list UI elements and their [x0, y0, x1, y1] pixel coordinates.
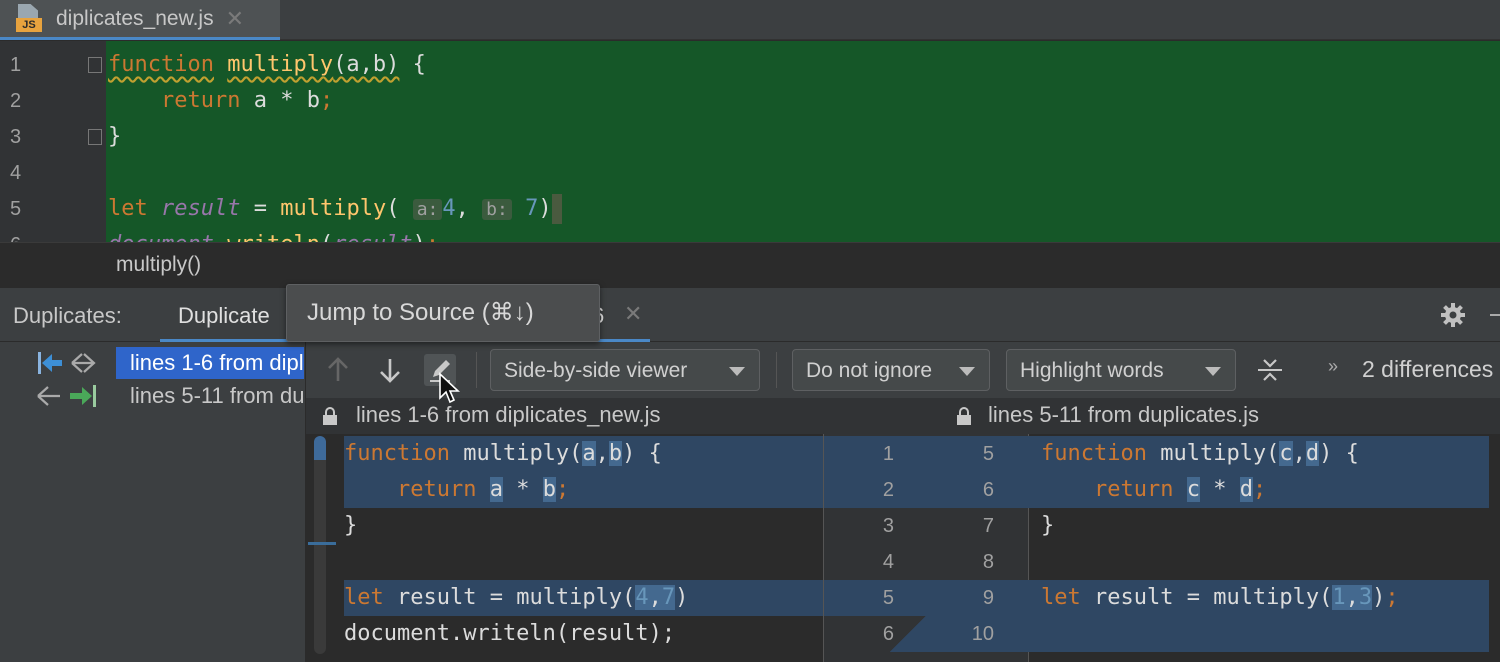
jump-to-source-tooltip: Jump to Source (⌘↓) [286, 284, 600, 342]
duplicate-item-label: lines 5-11 from duplicates.js [130, 383, 304, 408]
lock-icon [323, 407, 337, 425]
difference-count: 2 differences [1362, 356, 1494, 382]
diff-right-line-5: let result = multiply(1,3); [1029, 580, 1489, 616]
code-area[interactable]: function multiply(a,b) { return a * b; }… [106, 41, 1500, 242]
close-tab-icon[interactable]: ✕ [226, 6, 244, 32]
diff-left-line-2: return a * b; [344, 472, 823, 508]
lock-icon [957, 407, 971, 425]
duplicates-list: lines 1-6 from diplicates_new.js lines 5… [0, 342, 306, 662]
diff-left-line-6: document.writeln(result); [344, 621, 676, 646]
list-item[interactable]: lines 5-11 from duplicates.js [0, 380, 306, 412]
line-number: 1 [10, 54, 22, 76]
more-actions-icon[interactable]: » [1328, 356, 1338, 377]
toolbar-separator [776, 352, 777, 388]
diff-left-line-3: } [344, 513, 358, 538]
code-line-1: function multiply(a,b) { [108, 52, 426, 77]
gear-icon[interactable] [1440, 302, 1466, 328]
diff-viewer: Side-by-side viewer Do not ignore Highli… [306, 342, 1500, 662]
collapse-unchanged-icon[interactable] [1254, 354, 1286, 386]
highlight-mode-value: Highlight words [1020, 359, 1164, 382]
file-tab[interactable]: JS diplicates_new.js ✕ [0, 0, 280, 40]
javascript-file-icon: JS [16, 3, 42, 34]
diff-line-number-gutter: 15 26 37 48 59 6 10 [823, 434, 1030, 662]
diff-right-line-3: } [1041, 513, 1055, 538]
breadcrumb: multiply() [0, 242, 1500, 288]
code-line-6: document.writeln(result); [108, 227, 439, 242]
gutter-row: 37 [882, 515, 994, 537]
right-file-header: lines 5-11 from duplicates.js [988, 402, 1260, 427]
fold-marker-icon[interactable] [88, 129, 102, 145]
ignore-policy-dropdown[interactable]: Do not ignore [792, 349, 990, 391]
diff-left-line-1: function multiply(a,b) { [344, 436, 823, 472]
code-line-2: return a * b; [160, 88, 334, 113]
editor-tab-bar: JS diplicates_new.js ✕ [0, 0, 1500, 40]
code-editor[interactable]: 1 2 3 4 5 6 function multiply(a,b) { ret… [0, 41, 1500, 242]
close-tab-icon[interactable]: ✕ [624, 301, 642, 327]
ignore-policy-value: Do not ignore [806, 359, 933, 382]
mouse-cursor-icon [439, 372, 461, 404]
param-hint-a: a: [412, 199, 443, 220]
diff-file-headers: lines 1-6 from diplicates_new.js lines 5… [306, 398, 1500, 434]
tooltip-text: Jump to Source (⌘↓) [307, 299, 534, 326]
left-diff-pane[interactable]: function multiply(a,b) { return a * b; }… [306, 434, 823, 662]
highlight-mode-dropdown[interactable]: Highlight words [1006, 349, 1236, 391]
duplicates-tab-label: Duplicate [178, 303, 270, 328]
line-number: 4 [10, 162, 22, 184]
viewer-mode-value: Side-by-side viewer [504, 359, 688, 382]
scrollbar-thumb[interactable] [314, 436, 326, 460]
fold-marker-icon[interactable] [88, 57, 102, 73]
code-line-5: let result = multiply( a: 4, b: 7) [108, 191, 562, 228]
next-difference-icon[interactable] [374, 354, 406, 386]
file-tab-label: diplicates_new.js [56, 6, 214, 30]
line-number: 2 [10, 90, 22, 112]
minimize-icon[interactable] [1490, 314, 1500, 316]
line-number: 5 [10, 198, 22, 220]
diff-right-line-6 [1029, 616, 1489, 652]
code-line-3: } [108, 124, 122, 149]
navigate-right-icon [37, 385, 96, 407]
change-marker [308, 542, 336, 545]
duplicate-item-label: lines 1-6 from diplicates_new.js [116, 347, 304, 379]
left-file-header: lines 1-6 from diplicates_new.js [356, 402, 661, 427]
diff-toolbar: Side-by-side viewer Do not ignore Highli… [306, 342, 1500, 398]
duplicates-tool-window-header: Duplicates: Duplicate 6 ✕ [0, 288, 1500, 342]
tool-window-title: Duplicates: [13, 303, 122, 328]
breadcrumb-item[interactable]: multiply() [116, 253, 201, 277]
scrollbar[interactable] [314, 440, 326, 654]
previous-difference-icon[interactable] [322, 354, 354, 386]
editor-gutter: 1 2 3 4 5 6 [0, 41, 106, 242]
gutter-row: 15 [824, 436, 1030, 472]
list-item[interactable]: lines 1-6 from diplicates_new.js [0, 347, 306, 379]
chevron-down-icon [959, 367, 975, 376]
line-number: 3 [10, 126, 22, 148]
diff-right-line-1: function multiply(c,d) { [1029, 436, 1489, 472]
param-hint-b: b: [482, 199, 512, 220]
right-diff-pane[interactable]: function multiply(c,d) { return c * d; }… [1029, 434, 1500, 662]
gutter-row: 6 10 [824, 616, 1030, 652]
gutter-row: 48 [882, 551, 994, 573]
diff-left-line-5: let result = multiply(4,7) [344, 580, 823, 616]
chevron-down-icon [1205, 367, 1221, 376]
gutter-row: 59 [824, 580, 1030, 616]
gutter-row: 26 [824, 472, 1030, 508]
js-badge: JS [16, 17, 42, 32]
toolbar-separator [476, 352, 477, 388]
line-number: 6 [10, 227, 40, 242]
viewer-mode-dropdown[interactable]: Side-by-side viewer [490, 349, 760, 391]
diff-right-line-2: return c * d; [1029, 472, 1489, 508]
chevron-down-icon [729, 367, 745, 376]
text-caret [551, 194, 562, 224]
navigate-left-icon [38, 352, 96, 374]
